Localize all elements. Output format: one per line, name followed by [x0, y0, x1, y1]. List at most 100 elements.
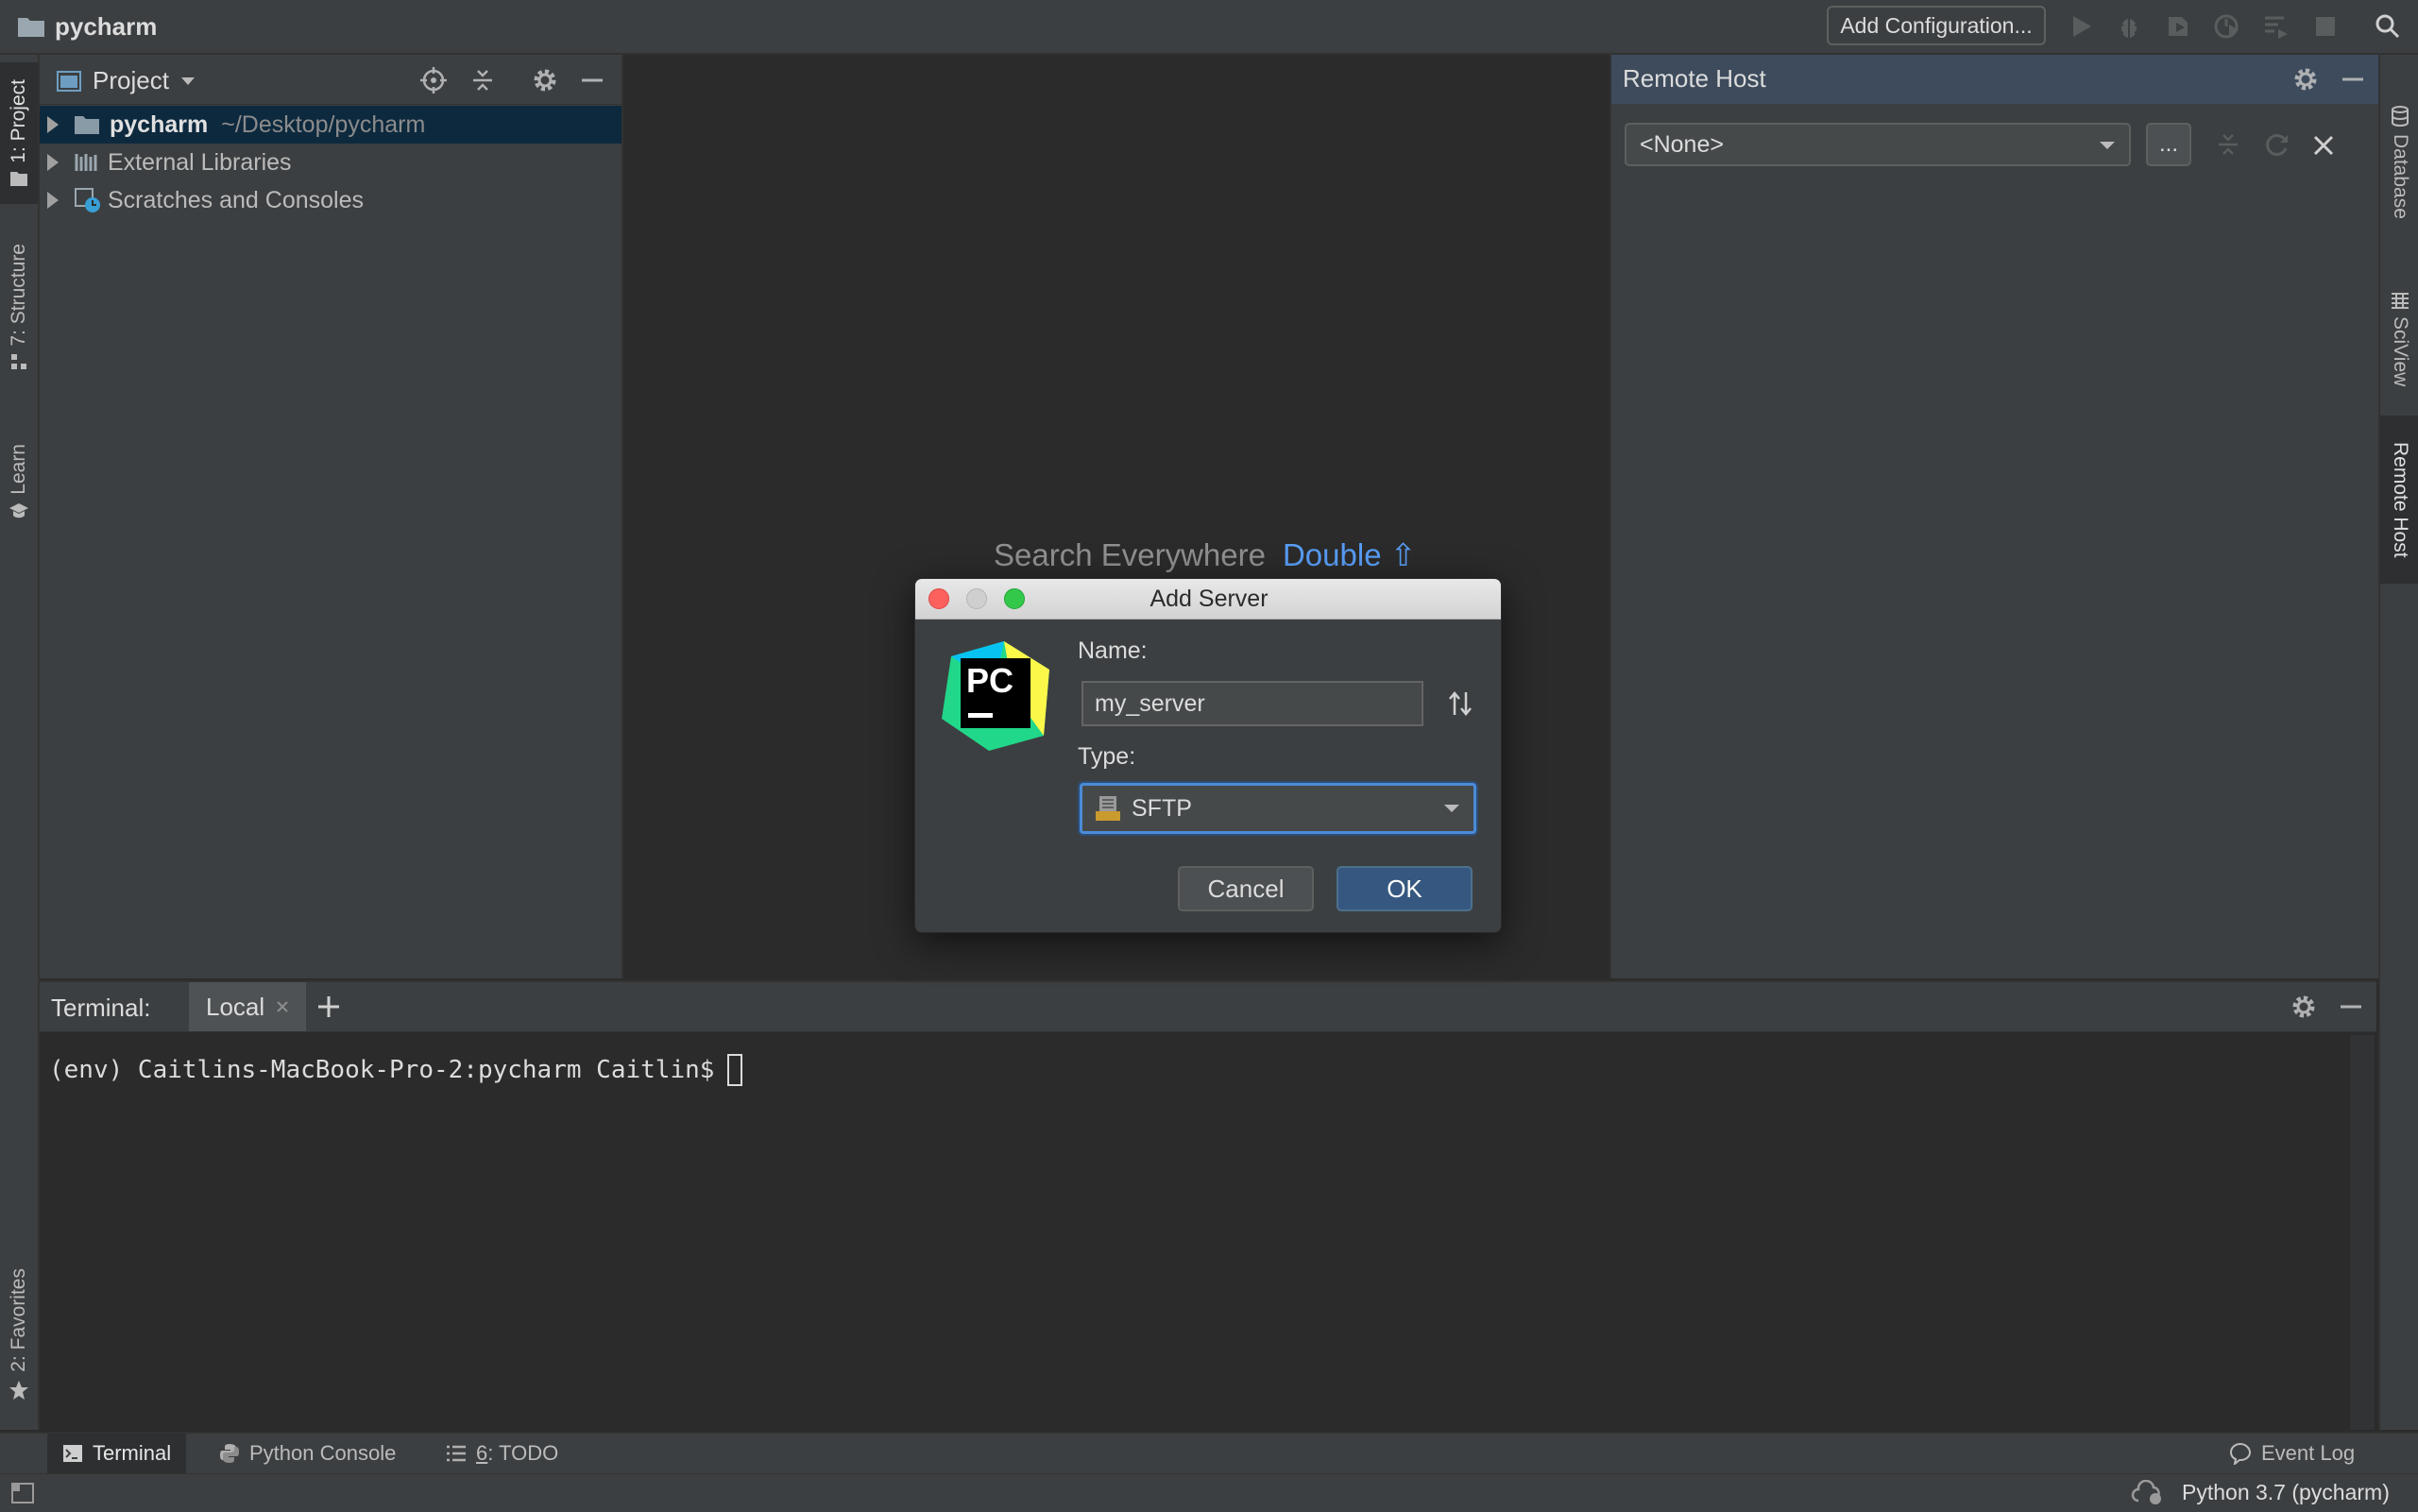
hide-panel-icon[interactable] [580, 66, 604, 94]
project-folder-icon [10, 172, 27, 187]
tree-item-scratches[interactable]: Scratches and Consoles [40, 181, 622, 219]
close-icon[interactable] [2310, 130, 2337, 159]
chevron-down-icon [2100, 142, 2115, 149]
right-tool-strip: Database SciView Remote Host [2378, 55, 2418, 1430]
python-icon [220, 1444, 239, 1463]
tab-terminal[interactable]: Terminal [47, 1434, 187, 1473]
close-window-button[interactable] [928, 588, 949, 609]
cloud-settings-icon[interactable] [2131, 1480, 2165, 1506]
tab-local-label: Local [206, 992, 265, 1021]
folder-icon [75, 116, 99, 134]
server-name-input[interactable]: my_server [1081, 681, 1423, 726]
terminal-prompt-line[interactable]: (env) Caitlins-MacBook-Pro-2:pycharm Cai… [49, 1054, 743, 1086]
server-select[interactable]: <None> [1625, 123, 2131, 166]
python-interpreter[interactable]: Python 3.7 (pycharm) [2182, 1480, 2390, 1505]
event-log-button[interactable]: Event Log [2214, 1434, 2370, 1473]
bottom-tool-bar: Terminal Python Console 6: TODO Event Lo… [0, 1432, 2418, 1473]
project-view-icon [57, 70, 81, 92]
project-name: pycharm [55, 11, 158, 41]
close-tab-icon[interactable] [276, 1000, 289, 1013]
terminal-label: Terminal: [51, 994, 151, 1022]
type-label: Type: [1078, 743, 1136, 770]
remote-host-title: Remote Host [1623, 64, 1766, 93]
search-icon[interactable] [2371, 9, 2405, 43]
svg-text:PC: PC [966, 661, 1013, 700]
terminal-scrollbar[interactable] [2350, 1035, 2375, 1430]
gear-icon[interactable] [531, 66, 559, 94]
tree-item-label: Scratches and Consoles [108, 186, 364, 213]
left-tool-strip: 1: Project 7: Structure Learn 2: Favorit… [0, 55, 40, 1430]
tab-todo-label: : TODO [487, 1441, 559, 1465]
tab-database[interactable]: Database [2380, 68, 2418, 257]
run-icon[interactable] [2065, 9, 2099, 43]
tab-todo[interactable]: 6: TODO [431, 1434, 573, 1473]
toggle-tool-windows-icon[interactable] [11, 1483, 34, 1504]
tab-sciview-label: SciView [2390, 315, 2411, 387]
project-title: pycharm [17, 9, 157, 43]
tab-sciview[interactable]: SciView [2380, 268, 2418, 410]
expand-arrow-icon[interactable] [47, 192, 59, 209]
project-panel: Project pycharm ~/Desktop/pycharm Extern… [40, 55, 623, 978]
new-session-icon[interactable] [315, 994, 342, 1020]
zoom-window-button[interactable] [1004, 588, 1025, 609]
terminal-header: Terminal: Local [40, 982, 2376, 1032]
tab-python-console-label: Python Console [249, 1441, 397, 1465]
tree-item-external-libraries[interactable]: External Libraries [40, 144, 622, 181]
chevron-down-icon [180, 76, 195, 85]
tree-item-pycharm[interactable]: pycharm ~/Desktop/pycharm [40, 106, 622, 144]
search-hint-text: Search Everywhere [994, 536, 1266, 572]
sort-icon[interactable] [1448, 690, 1473, 717]
debug-icon[interactable] [2112, 9, 2146, 43]
stop-icon[interactable] [2308, 9, 2342, 43]
refresh-icon[interactable] [2263, 130, 2291, 159]
add-configuration-button[interactable]: Add Configuration... [1827, 6, 2046, 45]
concurrency-diagram-icon[interactable] [2259, 9, 2293, 43]
graduation-cap-icon [9, 502, 28, 518]
dialog-title-bar: Add Server [915, 579, 1501, 620]
profile-icon[interactable] [2210, 9, 2244, 43]
status-bar: Python 3.7 (pycharm) [0, 1473, 2418, 1512]
pycharm-logo: PC [938, 637, 1055, 755]
server-name-value: my_server [1095, 689, 1205, 717]
expand-arrow-icon[interactable] [47, 116, 59, 133]
cancel-button[interactable]: Cancel [1178, 866, 1314, 911]
speech-bubble-icon [2229, 1442, 2252, 1465]
project-panel-title: Project [93, 66, 169, 94]
structure-icon [11, 354, 26, 370]
tab-favorites-label: 2: Favorites [8, 1268, 29, 1372]
ok-button[interactable]: OK [1337, 866, 1473, 911]
add-server-dialog: Add Server PC Name: my_server Type: SFTP… [914, 578, 1502, 933]
name-label: Name: [1078, 637, 1148, 664]
terminal-icon [63, 1445, 82, 1462]
browse-servers-button[interactable]: ... [2146, 123, 2191, 166]
hide-panel-icon[interactable] [2341, 65, 2365, 93]
tree-item-label: External Libraries [108, 148, 292, 176]
todo-list-icon [447, 1445, 466, 1462]
tab-local[interactable]: Local [189, 982, 307, 1031]
remote-host-panel: Remote Host <None> ... [1609, 55, 2378, 978]
terminal-cursor [727, 1054, 743, 1086]
gear-icon[interactable] [2290, 993, 2318, 1021]
gear-icon[interactable] [2291, 65, 2320, 93]
server-type-select[interactable]: SFTP [1080, 783, 1476, 834]
tree-item-path: ~/Desktop/pycharm [221, 110, 426, 138]
locate-icon[interactable] [419, 66, 448, 94]
project-view-selector[interactable]: Project [57, 66, 196, 95]
collapse-icon[interactable] [2216, 130, 2240, 159]
tab-learn[interactable]: Learn [0, 406, 38, 557]
tab-favorites[interactable]: 2: Favorites [0, 1254, 38, 1415]
collapse-all-icon[interactable] [470, 68, 495, 93]
run-with-coverage-icon[interactable] [2161, 9, 2195, 43]
expand-arrow-icon[interactable] [47, 154, 59, 171]
tree-item-label: pycharm [110, 110, 209, 138]
tab-learn-label: Learn [8, 444, 29, 495]
tab-remote-host[interactable]: Remote Host [2380, 416, 2418, 584]
tab-structure[interactable]: 7: Structure [0, 227, 38, 387]
tab-python-console[interactable]: Python Console [204, 1434, 411, 1473]
terminal-panel: Terminal: Local (env) Caitlins-MacBook-P… [40, 980, 2376, 1432]
hide-panel-icon[interactable] [2339, 993, 2363, 1021]
tab-todo-mnemonic: 6 [476, 1441, 488, 1465]
tab-project[interactable]: 1: Project [0, 62, 38, 204]
minimize-window-button[interactable] [966, 588, 987, 609]
libraries-icon [75, 154, 97, 171]
